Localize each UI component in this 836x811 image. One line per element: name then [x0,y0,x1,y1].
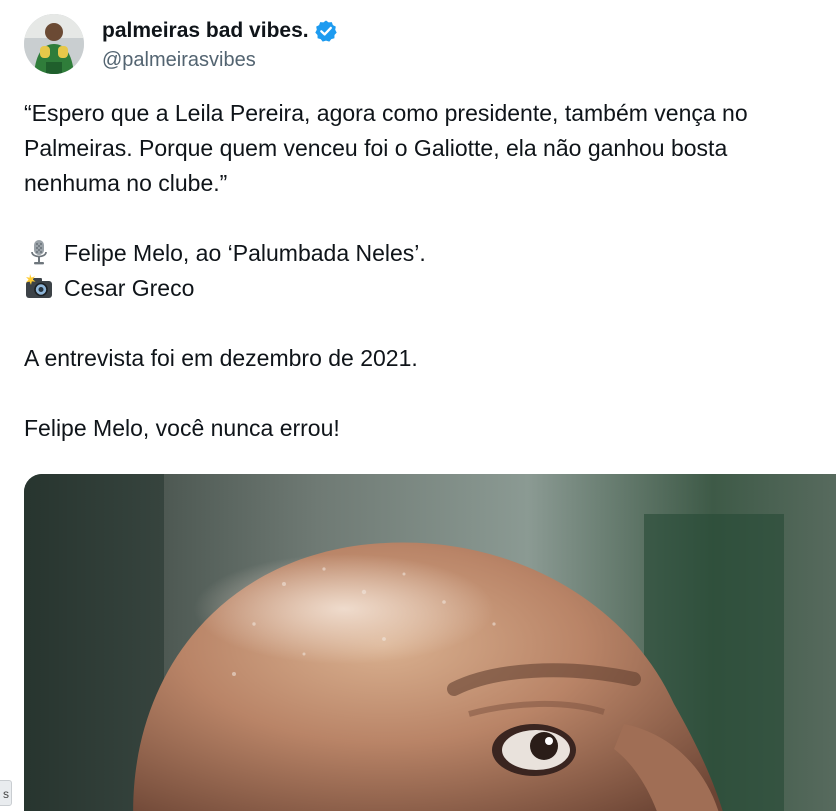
closing-line: Felipe Melo, você nunca errou! [24,415,340,441]
tweet-card: palmeiras bad vibes. @palmeirasvibes “Es… [0,0,836,811]
side-tab[interactable]: s [0,780,12,806]
tweet-quote-line-2: Palmeiras. Porque quem venceu foi o Gali… [24,135,728,161]
photo-credit-line: Cesar Greco [24,271,836,306]
display-name-row: palmeiras bad vibes. [102,17,338,45]
tweet-quote-line-1: “Espero que a Leila Pereira, agora como … [24,100,748,126]
camera-flash-icon [24,272,54,302]
tweet-text: “Espero que a Leila Pereira, agora como … [24,96,836,446]
microphone-icon [24,237,54,267]
tweet-header: palmeiras bad vibes. @palmeirasvibes [24,14,338,74]
verified-badge-icon[interactable] [314,19,338,43]
display-name[interactable]: palmeiras bad vibes. [102,19,309,43]
photo-credit-text: Cesar Greco [64,275,195,301]
avatar-photo-icon [24,14,84,74]
author-handle[interactable]: @palmeirasvibes [102,49,338,72]
tweet-photo[interactable] [24,474,836,811]
interview-credit-text: Felipe Melo, ao ‘Palumbada Neles’. [64,240,426,266]
interview-date-note: A entrevista foi em dezembro de 2021. [24,345,418,371]
bald-man-photo [24,474,836,811]
interview-credit-line: Felipe Melo, ao ‘Palumbada Neles’. [24,236,836,271]
author-names: palmeiras bad vibes. @palmeirasvibes [102,17,338,72]
tweet-quote-line-3: nenhuma no clube.” [24,170,228,196]
avatar[interactable] [24,14,84,74]
